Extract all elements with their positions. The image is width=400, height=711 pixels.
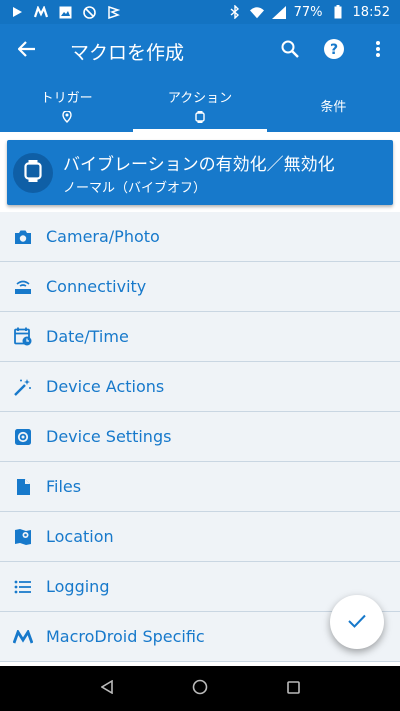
help-icon: ? [324, 39, 344, 63]
battery-icon [331, 5, 345, 19]
category-label: Logging [46, 577, 110, 596]
system-nav-bar [0, 666, 400, 711]
category-date-time[interactable]: Date/Time [0, 312, 400, 362]
more-vert-icon [376, 41, 380, 61]
clock: 18:52 [352, 4, 390, 20]
category-label: Date/Time [46, 327, 129, 346]
category-label: Location [46, 527, 114, 546]
image-icon [58, 5, 72, 19]
file-icon [0, 462, 46, 512]
nav-home-button[interactable] [185, 674, 215, 704]
settings-gear-icon [0, 412, 46, 462]
tab-constraints[interactable]: 条件 [267, 78, 400, 132]
macrodroid-icon [34, 5, 48, 19]
category-label: Camera/Photo [46, 227, 160, 246]
dnd-icon [82, 5, 96, 19]
battery-percent: 77% [293, 4, 323, 20]
category-label: Device Settings [46, 427, 172, 446]
category-label: MacroDroid Specific [46, 627, 205, 646]
category-device-settings[interactable]: Device Settings [0, 412, 400, 462]
search-button[interactable] [268, 24, 312, 78]
watch-icon [24, 159, 42, 186]
tab-actions[interactable]: アクション [133, 78, 267, 132]
bluetooth-icon [228, 5, 242, 19]
tab-triggers[interactable]: トリガー [0, 78, 133, 132]
action-category-list: Camera/Photo Connectivity Date/Time Devi… [0, 212, 400, 662]
play-icon [10, 5, 24, 19]
nav-back-button[interactable] [92, 674, 122, 704]
help-button[interactable]: ? [312, 24, 356, 78]
calendar-clock-icon [0, 312, 46, 362]
back-button[interactable] [0, 24, 54, 78]
nav-recents-button[interactable] [278, 674, 308, 704]
home-circle-icon [192, 679, 208, 699]
status-bar: 77% 18:52 [0, 0, 400, 24]
page-title: マクロを作成 [70, 41, 185, 64]
category-files[interactable]: Files [0, 462, 400, 512]
confirm-fab[interactable] [330, 595, 384, 649]
watch-icon [195, 110, 205, 124]
signal-icon [271, 5, 286, 19]
trigger-icon [61, 110, 72, 124]
tab-bar: トリガー アクション 条件 [0, 78, 400, 132]
wifi-icon [249, 5, 264, 19]
category-location[interactable]: Location [0, 512, 400, 562]
search-icon [281, 40, 299, 62]
category-label: Files [46, 477, 82, 496]
macrodroid-m-icon [0, 612, 46, 662]
arrow-back-icon [17, 41, 36, 61]
check-icon [348, 613, 366, 632]
map-pin-icon [0, 512, 46, 562]
category-camera-photo[interactable]: Camera/Photo [0, 212, 400, 262]
category-label: Device Actions [46, 377, 165, 396]
category-connectivity[interactable]: Connectivity [0, 262, 400, 312]
tab-label: トリガー [40, 90, 93, 106]
app-bar: マクロを作成 ? [0, 24, 400, 78]
tab-label: 条件 [320, 99, 347, 115]
recents-square-icon [287, 679, 300, 698]
magic-wand-icon [0, 362, 46, 412]
list-icon [0, 562, 46, 612]
camera-icon [0, 212, 46, 262]
selected-action-card[interactable]: バイブレーションの有効化／無効化 ノーマル（バイブオフ） [7, 140, 393, 205]
action-icon-badge [13, 152, 53, 193]
svg-text:?: ? [330, 42, 338, 58]
selected-action-title: バイブレーションの有効化／無効化 [63, 154, 335, 175]
selected-action-subtitle: ノーマル（バイブオフ） [63, 180, 207, 196]
router-icon [0, 262, 46, 312]
vpn-key-icon [106, 5, 120, 19]
category-device-actions[interactable]: Device Actions [0, 362, 400, 412]
more-options-button[interactable] [356, 24, 400, 78]
category-label: Connectivity [46, 277, 147, 296]
tab-label: アクション [167, 90, 233, 106]
back-triangle-icon [100, 679, 113, 698]
